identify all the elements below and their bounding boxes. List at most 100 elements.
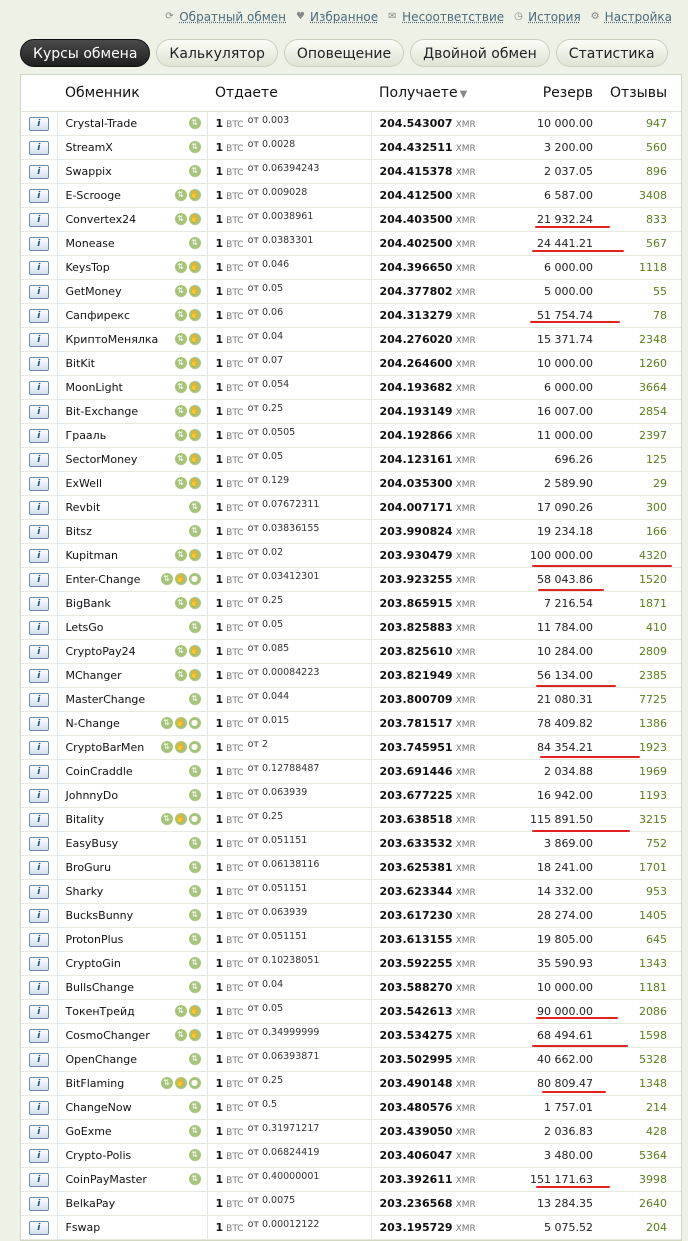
- info-button[interactable]: i: [28, 1197, 49, 1211]
- exchanger-name[interactable]: Revbit: [66, 501, 101, 514]
- exchanger-name[interactable]: StreamX: [66, 141, 113, 154]
- reviews-cell[interactable]: 1260: [599, 351, 681, 376]
- tab-1[interactable]: Калькулятор: [156, 39, 278, 67]
- info-button[interactable]: i: [28, 837, 49, 851]
- exchanger-name[interactable]: EasyBusy: [66, 837, 119, 850]
- reviews-cell[interactable]: 166: [599, 519, 681, 544]
- info-button[interactable]: i: [28, 165, 49, 179]
- info-button[interactable]: i: [28, 621, 49, 635]
- info-button[interactable]: i: [28, 285, 49, 299]
- table-row[interactable]: i Bitality ⇅ ✋ ● 1 BTC от 0.25 203.638518 XMR 115 …: [21, 807, 681, 832]
- exchanger-cell[interactable]: CoinCraddle ⇅: [57, 759, 208, 784]
- exchanger-cell[interactable]: BullsChange ⇅: [57, 975, 208, 1000]
- info-button[interactable]: i: [28, 1149, 49, 1163]
- exchanger-cell[interactable]: Bit-Exchange ⇅ ✋: [57, 399, 208, 424]
- info-button[interactable]: i: [28, 765, 49, 779]
- reviews-cell[interactable]: 3664: [599, 375, 681, 400]
- exchanger-cell[interactable]: Kupitman ⇅ ✋: [57, 543, 208, 568]
- reviews-column-header[interactable]: Отзывы: [599, 75, 681, 112]
- exchanger-cell[interactable]: Crystal-Trade ⇅: [57, 111, 208, 136]
- table-row[interactable]: i StreamX ⇅ 1 BTC от 0.0028 204.432511 XMR 3 200…: [21, 135, 681, 160]
- info-button[interactable]: i: [28, 477, 49, 491]
- exchanger-name[interactable]: BullsChange: [66, 981, 134, 994]
- table-row[interactable]: i BitKit ⇅ ✋ 1 BTC от 0.07 204.264600 XMR 10 000.…: [21, 351, 681, 376]
- exchanger-name[interactable]: Convertex24: [66, 213, 137, 226]
- exchanger-cell[interactable]: Bitsz ⇅: [57, 519, 208, 544]
- info-button[interactable]: i: [28, 213, 49, 227]
- table-row[interactable]: i BucksBunny ⇅ 1 BTC от 0.063939 203.617230 XMR…: [21, 903, 681, 928]
- table-row[interactable]: i BroGuru ⇅ 1 BTC от 0.06138116 203.625381 XMR 1…: [21, 855, 681, 880]
- reviews-cell[interactable]: 29: [599, 471, 681, 496]
- tab-0[interactable]: Курсы обмена: [20, 39, 151, 67]
- exchanger-name[interactable]: Bitsz: [66, 525, 92, 538]
- exchanger-cell[interactable]: Грааль ⇅ ✋: [57, 423, 208, 448]
- table-row[interactable]: i Revbit ⇅ 1 BTC от 0.07672311 204.007171 XMR 17…: [21, 495, 681, 520]
- exchanger-cell[interactable]: Enter-Change ⇅ ✋ ●: [57, 567, 208, 592]
- exchanger-name[interactable]: BitKit: [66, 357, 96, 370]
- reviews-cell[interactable]: 4320: [599, 543, 681, 568]
- table-row[interactable]: i ProtonPlus ⇅ 1 BTC от 0.051151 203.613155 XMR…: [21, 927, 681, 952]
- exchanger-cell[interactable]: MoonLight ⇅ ✋: [57, 375, 208, 400]
- table-row[interactable]: i LetsGo ⇅ 1 BTC от 0.05 203.825883 XMR 11 784.0…: [21, 615, 681, 640]
- exchanger-name[interactable]: Грааль: [66, 429, 107, 442]
- table-row[interactable]: i N-Change ⇅ ✋ ● 1 BTC от 0.015 203.781517 XMR 78 …: [21, 711, 681, 736]
- exchanger-cell[interactable]: Swappix ⇅: [57, 159, 208, 184]
- info-button[interactable]: i: [28, 981, 49, 995]
- reviews-cell[interactable]: 560: [599, 135, 681, 160]
- reviews-cell[interactable]: 1701: [599, 855, 681, 880]
- reviews-cell[interactable]: 3215: [599, 807, 681, 832]
- exchanger-cell[interactable]: StreamX ⇅: [57, 135, 208, 160]
- exchanger-cell[interactable]: Revbit ⇅: [57, 495, 208, 520]
- exchanger-name[interactable]: ChangeNow: [66, 1101, 132, 1114]
- exchanger-cell[interactable]: BucksBunny ⇅: [57, 903, 208, 928]
- reviews-cell[interactable]: 2854: [599, 399, 681, 424]
- table-row[interactable]: i ТокенТрейд ⇅ ✋ 1 BTC от 0.05 203.542613 XMR 90 …: [21, 999, 681, 1024]
- table-row[interactable]: i MasterChange ⇅ 1 BTC от 0.044 203.800709 XMR 2…: [21, 687, 681, 712]
- info-button[interactable]: i: [28, 885, 49, 899]
- table-row[interactable]: i Enter-Change ⇅ ✋ ● 1 BTC от 0.03412301 203.923…: [21, 567, 681, 592]
- exchanger-name[interactable]: CosmoChanger: [66, 1029, 150, 1042]
- reviews-cell[interactable]: 953: [599, 879, 681, 904]
- reviews-cell[interactable]: 2809: [599, 639, 681, 664]
- info-button[interactable]: i: [28, 525, 49, 539]
- table-row[interactable]: i Crypto-Polis ⇅ 1 BTC от 0.06824419 203.40604…: [21, 1143, 681, 1168]
- exchanger-name[interactable]: Crystal-Trade: [66, 117, 138, 130]
- table-row[interactable]: i MoonLight ⇅ ✋ 1 BTC от 0.054 204.193682 XMR 6 0…: [21, 375, 681, 400]
- reviews-cell[interactable]: 2385: [599, 663, 681, 688]
- exchanger-name[interactable]: JohnnyDo: [66, 789, 119, 802]
- info-button[interactable]: i: [28, 693, 49, 707]
- exchanger-name[interactable]: ProtonPlus: [66, 933, 124, 946]
- exchanger-name[interactable]: KeysTop: [66, 261, 110, 274]
- reviews-cell[interactable]: 3408: [599, 183, 681, 208]
- exchanger-name[interactable]: Сапфирекс: [66, 309, 131, 322]
- exchanger-name[interactable]: КриптоМенялка: [66, 333, 159, 346]
- info-button[interactable]: i: [28, 429, 49, 443]
- exchanger-name[interactable]: ТокенТрейд: [66, 1005, 135, 1018]
- tab-4[interactable]: Статистика: [555, 39, 668, 67]
- exchanger-cell[interactable]: CryptoPay24 ⇅ ✋: [57, 639, 208, 664]
- info-button[interactable]: i: [28, 1005, 49, 1019]
- exchanger-cell[interactable]: Bitality ⇅ ✋ ●: [57, 807, 208, 832]
- reviews-cell[interactable]: 1871: [599, 591, 681, 616]
- reviews-cell[interactable]: 300: [599, 495, 681, 520]
- exchanger-name[interactable]: MChanger: [66, 669, 122, 682]
- exchanger-name[interactable]: Bit-Exchange: [66, 405, 139, 418]
- exchanger-column-header[interactable]: Обменник: [57, 75, 207, 112]
- exchanger-cell[interactable]: SectorMoney ⇅ ✋: [57, 447, 208, 472]
- info-button[interactable]: i: [28, 933, 49, 947]
- exchanger-name[interactable]: Fswap: [66, 1221, 101, 1234]
- reviews-cell[interactable]: 896: [599, 159, 681, 184]
- info-button[interactable]: i: [28, 237, 49, 251]
- exchanger-cell[interactable]: BroGuru ⇅: [57, 855, 208, 880]
- exchanger-cell[interactable]: BelkaPay: [57, 1191, 208, 1216]
- receive-column-header[interactable]: Получаете ▼: [371, 75, 521, 112]
- table-row[interactable]: i E-Scrooge ⇅ ✋ 1 BTC от 0.009028 204.412500 XMR…: [21, 183, 681, 208]
- table-row[interactable]: i MChanger ⇅ ✋ 1 BTC от 0.00084223 203.821949 XM…: [21, 663, 681, 688]
- exchanger-cell[interactable]: CoinPayMaster ⇅: [57, 1167, 208, 1192]
- info-button[interactable]: i: [28, 1029, 49, 1043]
- exchanger-cell[interactable]: MasterChange ⇅: [57, 687, 208, 712]
- exchanger-name[interactable]: Enter-Change: [66, 573, 141, 586]
- exchanger-name[interactable]: CoinPayMaster: [66, 1173, 147, 1186]
- reviews-cell[interactable]: 1193: [599, 783, 681, 808]
- top-link-0[interactable]: ⟳ Обратный обмен: [165, 10, 286, 24]
